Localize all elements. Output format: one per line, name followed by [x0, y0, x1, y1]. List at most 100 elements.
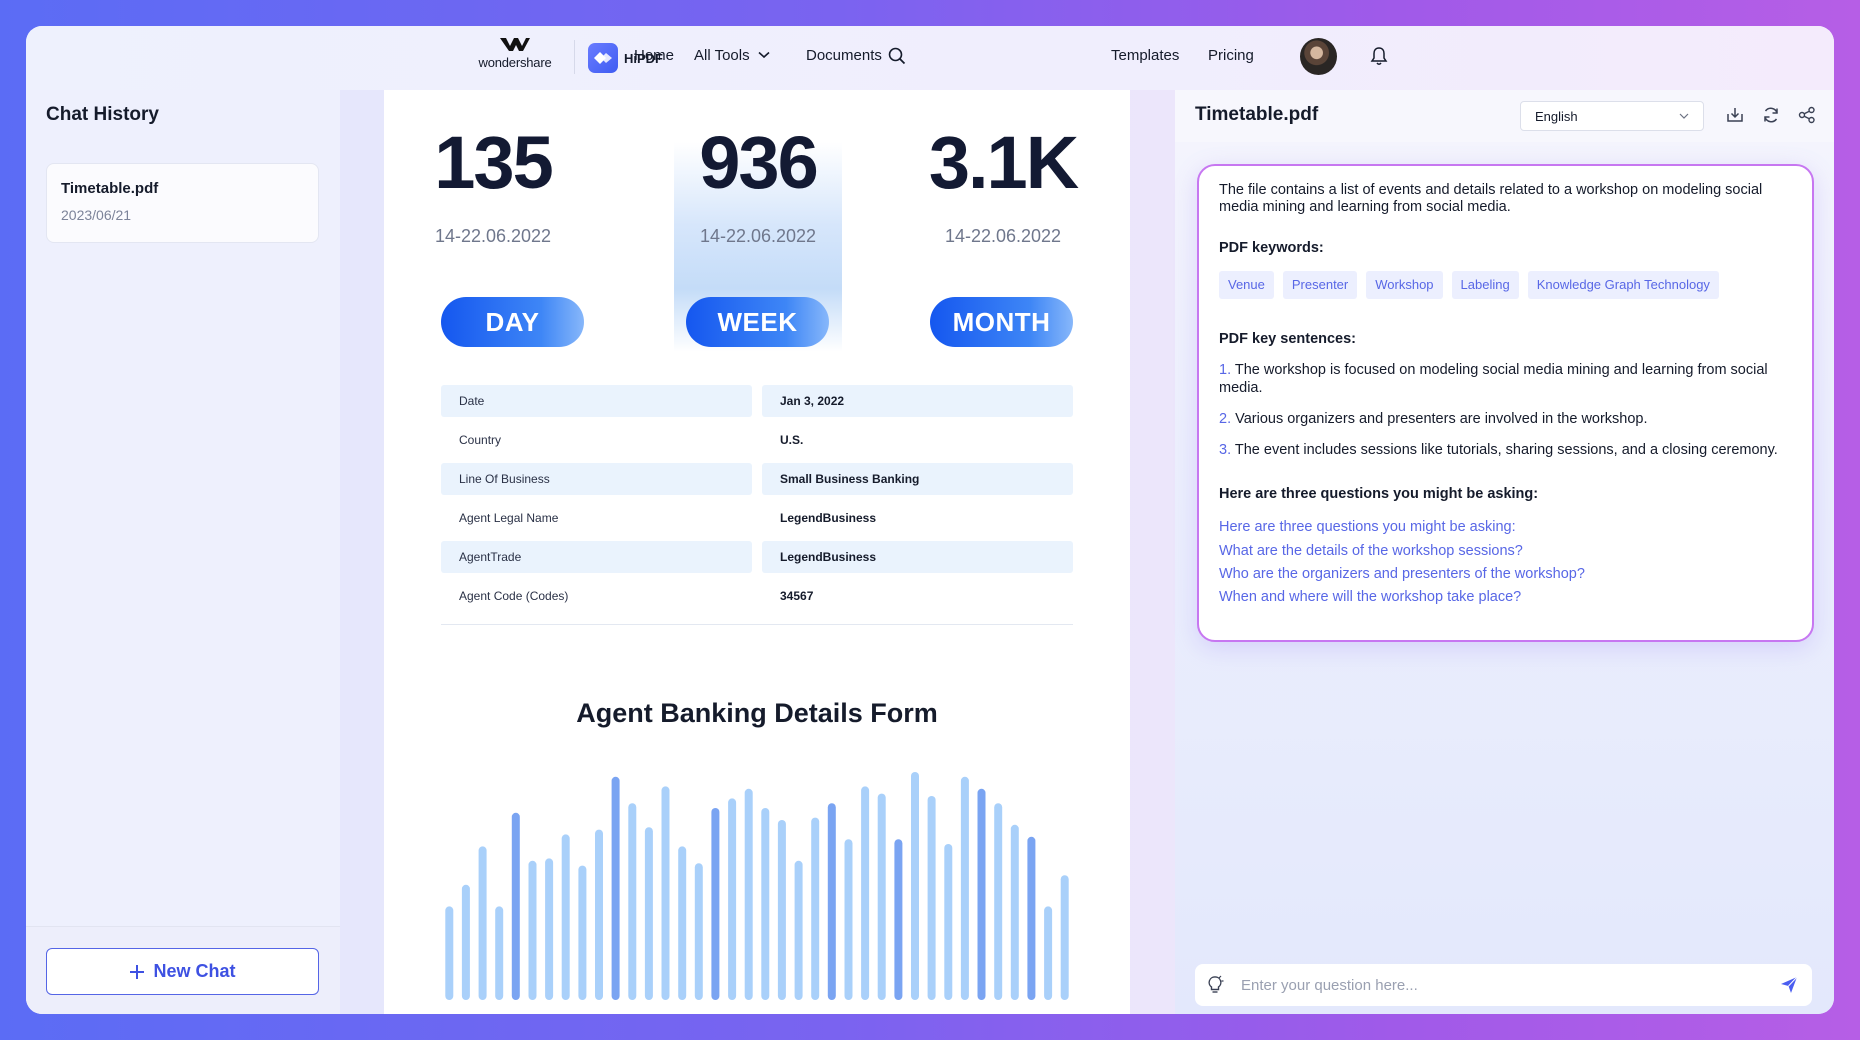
plus-icon — [130, 964, 145, 979]
bar — [728, 798, 737, 1000]
bar — [1010, 824, 1019, 1000]
bar — [911, 772, 919, 1000]
stat-value: 936 — [699, 121, 818, 204]
stat-day: 135 14-22.06.2022 — [413, 126, 573, 247]
bar — [461, 884, 470, 1000]
nav-home[interactable]: Home — [634, 26, 674, 84]
bar — [711, 808, 720, 1000]
sentence-text: The workshop is focused on modeling soci… — [1219, 362, 1768, 396]
form-key: Line Of Business — [441, 463, 752, 495]
bar — [644, 827, 653, 1000]
bar — [578, 865, 587, 1000]
refresh-icon[interactable] — [1762, 106, 1780, 124]
form-key: Country — [459, 433, 502, 447]
keyword-list: Venue Presenter Workshop Labeling Knowle… — [1219, 271, 1792, 299]
form-value: LegendBusiness — [762, 541, 1073, 573]
stat-value: 3.1K — [928, 121, 1079, 204]
question-input[interactable]: Enter your question here... — [1195, 964, 1812, 1006]
chevron-down-icon — [1679, 113, 1689, 119]
keyword-tag[interactable]: Venue — [1219, 271, 1274, 299]
bar — [478, 846, 487, 1000]
keyword-tag[interactable]: Labeling — [1451, 271, 1519, 299]
brand-name: wondershare — [478, 55, 552, 70]
sentence-text: The event includes sessions like tutoria… — [1234, 442, 1778, 459]
key-sentence: 2. Various organizers and presenters are… — [1219, 411, 1792, 428]
wondershare-logo-icon — [500, 38, 530, 51]
keywords-heading: PDF keywords: — [1219, 239, 1324, 256]
new-chat-button[interactable]: New Chat — [46, 948, 319, 995]
keyword-tag[interactable]: Knowledge Graph Technology — [1527, 271, 1719, 299]
bar — [694, 863, 703, 1000]
bar — [761, 808, 770, 1000]
form-key: Agent Code (Codes) — [459, 589, 569, 603]
form-value: U.S. — [780, 433, 804, 447]
hipdf-logo-icon — [588, 43, 618, 73]
summary-text: The file contains a list of events and d… — [1219, 182, 1763, 216]
download-icon[interactable] — [1726, 106, 1744, 124]
stat-week: 936 14-22.06.2022 — [678, 126, 838, 247]
language-select[interactable]: English — [1520, 101, 1704, 131]
day-pill: DAY — [441, 297, 584, 347]
panel-header: Timetable.pdf English — [1175, 90, 1834, 142]
bell-icon[interactable] — [1370, 46, 1388, 66]
suggested-question[interactable]: Here are three questions you might be as… — [1219, 519, 1792, 536]
divider — [574, 40, 575, 74]
nav-documents[interactable]: Documents — [806, 26, 882, 84]
keyword-tag[interactable]: Workshop — [1366, 271, 1443, 299]
form-row: Line Of Business Small Business Banking — [441, 463, 1073, 495]
send-icon[interactable] — [1780, 976, 1798, 994]
questions-heading: Here are three questions you might be as… — [1219, 485, 1539, 502]
bar — [545, 858, 554, 1000]
form-key: AgentTrade — [441, 541, 752, 573]
bar — [1044, 906, 1053, 1000]
wondershare-logo[interactable]: wondershare — [470, 36, 560, 82]
bar — [794, 860, 803, 1000]
avatar[interactable] — [1300, 38, 1337, 75]
nav-all-tools-label: All Tools — [694, 46, 750, 64]
stat-date: 14-22.06.2022 — [699, 226, 817, 246]
lightbulb-icon[interactable] — [1206, 975, 1224, 995]
suggested-questions: Here are three questions you might be as… — [1219, 519, 1792, 607]
month-pill: MONTH — [930, 297, 1073, 347]
bar — [827, 803, 836, 1000]
form-value: LegendBusiness — [780, 511, 877, 525]
nav-all-tools[interactable]: All Tools — [694, 26, 770, 84]
search-icon[interactable] — [888, 47, 906, 65]
app-window: wondershare HiPDF Home All Tools Documen… — [26, 26, 1834, 1014]
history-item[interactable]: Timetable.pdf 2023/06/21 — [46, 163, 319, 243]
key-sentence: 3. The event includes sessions like tuto… — [1219, 442, 1792, 459]
sidebar-footer: New Chat — [26, 926, 340, 1014]
suggested-question[interactable]: What are the details of the workshop ses… — [1219, 543, 1792, 560]
nav-pricing[interactable]: Pricing — [1208, 26, 1254, 84]
bar — [445, 906, 454, 1000]
sentence-number: 1. — [1219, 362, 1232, 379]
key-sentence: 1. The workshop is focused on modeling s… — [1219, 362, 1792, 397]
stat-month: 3.1K 14-22.06.2022 — [923, 126, 1083, 247]
chevron-down-icon — [758, 51, 770, 59]
form-key: Agent Legal Name — [459, 511, 559, 525]
bar — [977, 788, 986, 1000]
bar — [678, 846, 687, 1000]
bar — [1027, 836, 1036, 1000]
bar — [877, 793, 886, 1000]
form-value: Small Business Banking — [762, 463, 1073, 495]
form-divider — [441, 624, 1073, 625]
form-key: Date — [441, 385, 752, 417]
suggested-question[interactable]: When and where will the workshop take pl… — [1219, 589, 1792, 606]
stat-date: 14-22.06.2022 — [944, 226, 1062, 246]
summary-card: The file contains a list of events and d… — [1197, 164, 1814, 642]
sidebar-title: Chat History — [46, 104, 159, 125]
bar — [777, 820, 786, 1000]
stat-date: 14-22.06.2022 — [434, 226, 552, 246]
share-icon[interactable] — [1798, 106, 1816, 124]
bar — [744, 788, 753, 1000]
form-row: Agent Code (Codes) 34567 — [441, 580, 1073, 612]
form-value: 34567 — [780, 589, 814, 603]
suggested-question[interactable]: Who are the organizers and presenters of… — [1219, 566, 1792, 583]
keyword-tag[interactable]: Presenter — [1282, 271, 1358, 299]
sentence-text: Various organizers and presenters are in… — [1235, 410, 1648, 427]
week-pill: WEEK — [686, 297, 829, 347]
nav-templates[interactable]: Templates — [1111, 26, 1179, 84]
form-row: AgentTrade LegendBusiness — [441, 541, 1073, 573]
form-value: Jan 3, 2022 — [762, 385, 1073, 417]
